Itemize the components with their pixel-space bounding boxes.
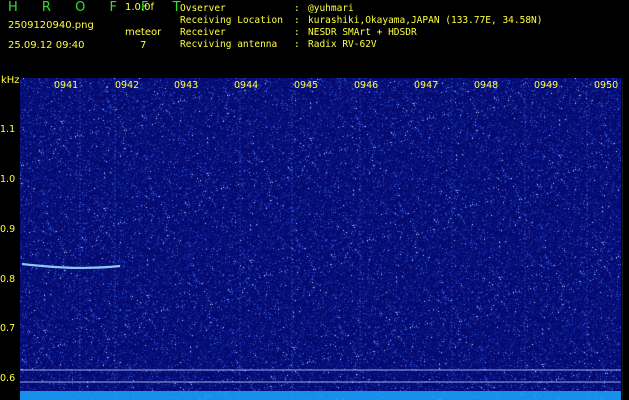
y-tick-label: 0.9 [0, 224, 16, 235]
baseline-band [20, 391, 621, 400]
x-tick-label: 0949 [534, 80, 559, 91]
info-separator: : [294, 27, 306, 38]
station-info: Ovserver: @yuhmari Receiving Location: k… [180, 3, 543, 51]
version-label: 1.0.0f [125, 2, 154, 13]
info-row-receiver: Receiver: NESDR SMArt + HDSDR [180, 27, 543, 39]
info-separator: : [294, 15, 306, 26]
meteor-count: 7 [140, 40, 147, 51]
header: H R O F F T 1.0.0f 2509120940.png 25.09.… [0, 0, 629, 75]
info-key: Receiver [180, 27, 226, 38]
info-row-observer: Ovserver: @yuhmari [180, 3, 543, 15]
info-key: Ovserver [180, 3, 226, 14]
info-value: kurashiki,Okayama,JAPAN (133.77E, 34.58N… [308, 15, 543, 26]
x-tick-label: 0947 [414, 80, 439, 91]
x-tick-label: 0946 [354, 80, 379, 91]
y-tick-label: 1.1 [0, 124, 16, 135]
y-tick-label: 0.8 [0, 274, 16, 285]
app-title: H R O F F T [8, 0, 191, 15]
x-tick-label: 0944 [234, 80, 259, 91]
y-tick-label: 0.7 [0, 323, 16, 334]
meteor-label: meteor [125, 27, 162, 38]
datetime-label: 25.09.12 09:40 [8, 40, 85, 51]
info-row-antenna: Recviving antenna: Radix RV-62V [180, 39, 543, 51]
y-axis-unit: kHz [1, 75, 20, 86]
info-value: @yuhmari [308, 3, 354, 14]
x-tick-label: 0948 [474, 80, 499, 91]
x-tick-label: 0941 [54, 80, 79, 91]
spectrogram[interactable] [20, 78, 621, 400]
time-gridlines [79, 78, 588, 400]
x-tick-label: 0943 [174, 80, 199, 91]
spectrogram-overlay [20, 78, 621, 400]
meteor-trace [21, 262, 121, 269]
info-value: Radix RV-62V [308, 39, 377, 50]
info-key: Recviving antenna [180, 39, 278, 50]
y-tick-label: 1.0 [0, 174, 16, 185]
x-tick-label: 0942 [115, 80, 140, 91]
filename-label: 2509120940.png [8, 20, 94, 31]
x-tick-label: 0945 [294, 80, 319, 91]
info-key: Receiving Location [180, 15, 283, 26]
x-tick-label: 0950 [594, 80, 619, 91]
plot-right-border [622, 78, 623, 400]
y-tick-label: 0.6 [0, 373, 16, 384]
info-separator: : [294, 3, 306, 14]
info-separator: : [294, 39, 306, 50]
info-row-location: Receiving Location: kurashiki,Okayama,JA… [180, 15, 543, 27]
info-value: NESDR SMArt + HDSDR [308, 27, 417, 38]
